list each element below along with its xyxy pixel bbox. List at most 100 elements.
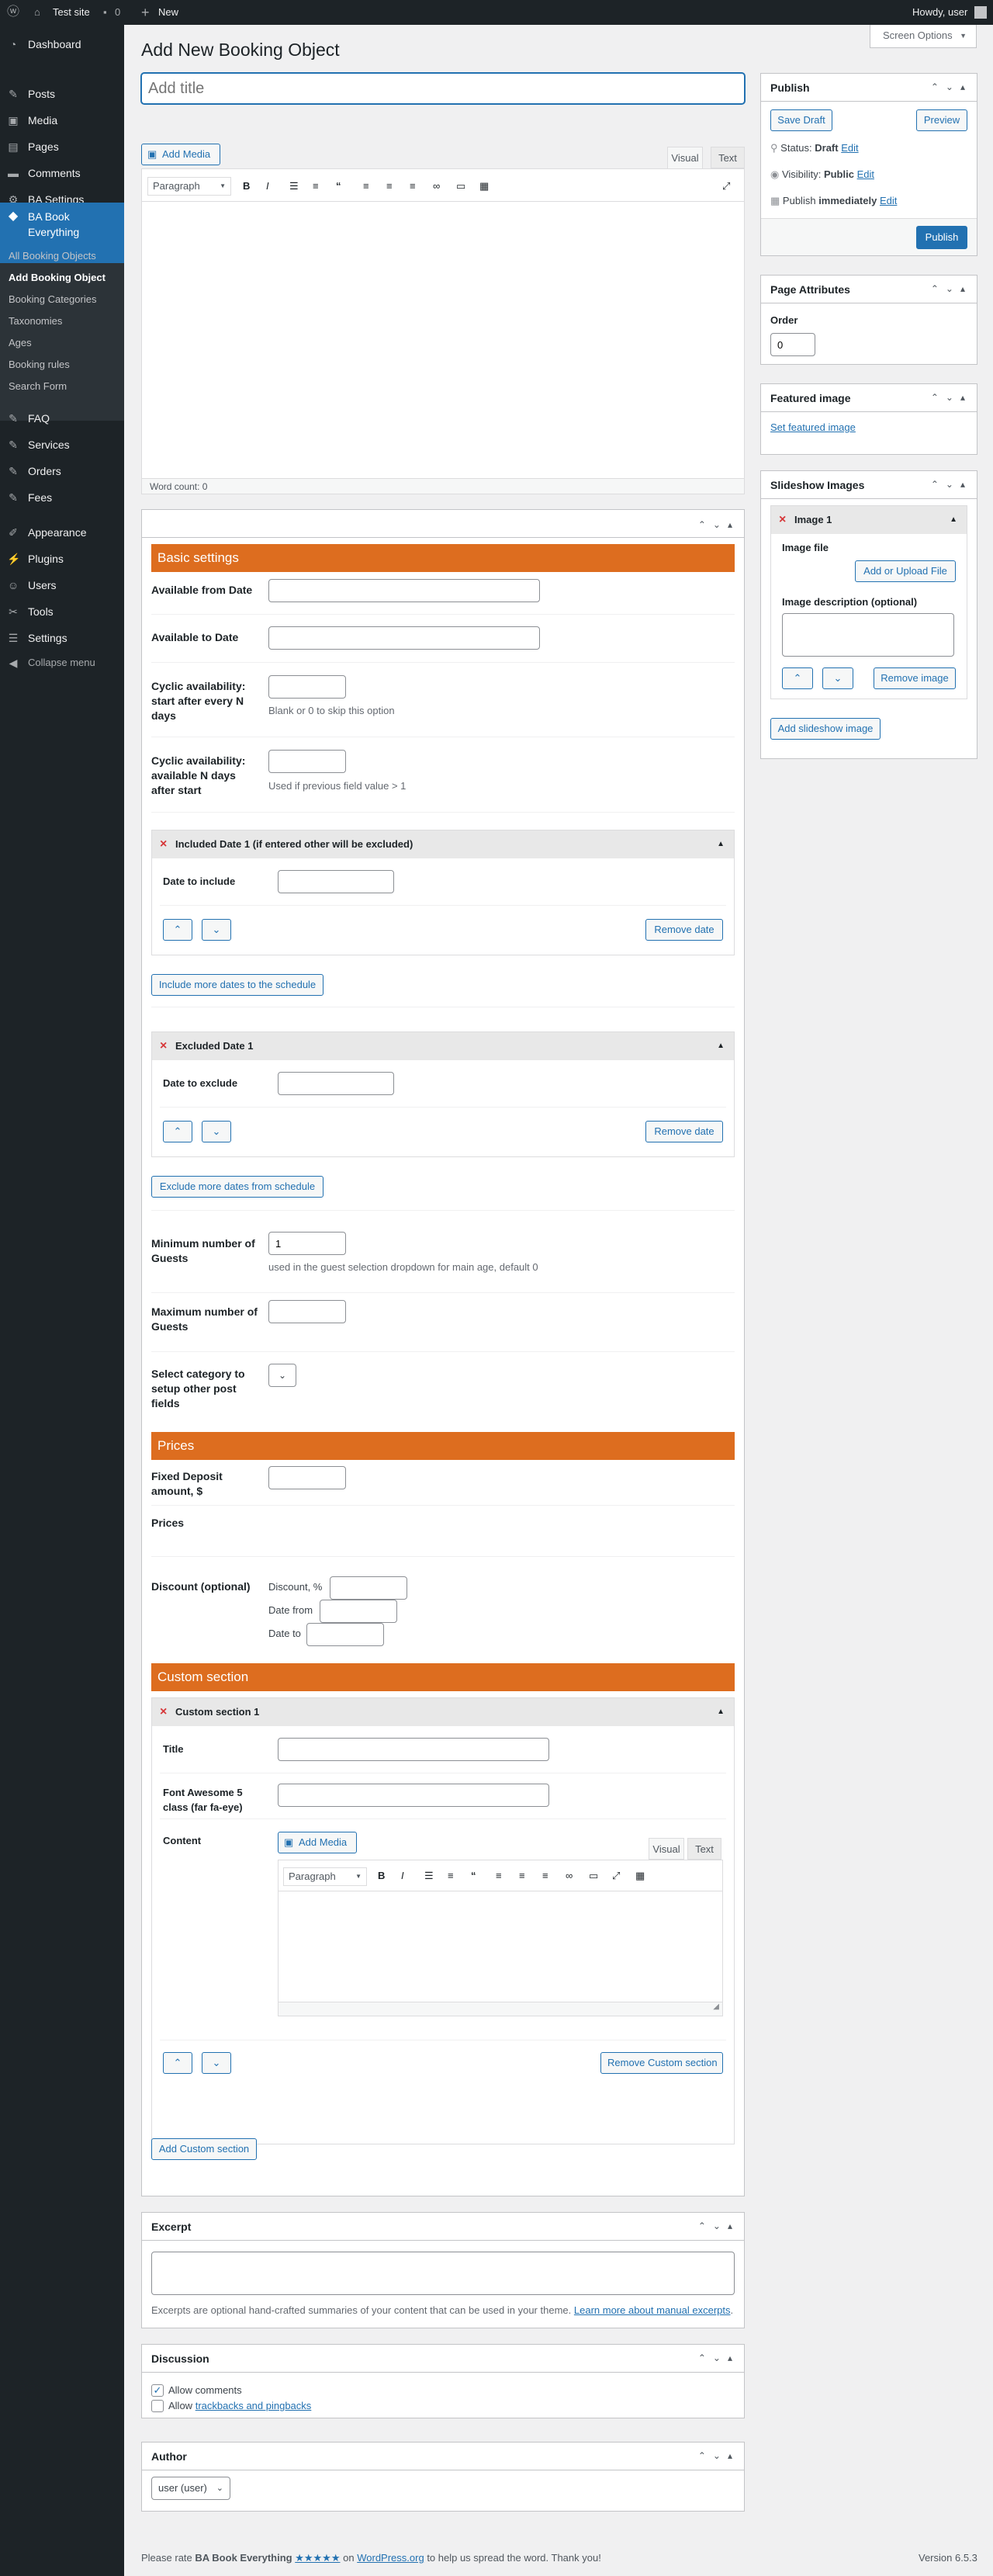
order-input[interactable] bbox=[770, 333, 815, 356]
menu-item-faq[interactable]: ✎ FAQ bbox=[0, 405, 124, 432]
link-icon[interactable]: ∞ bbox=[566, 1868, 573, 1884]
comments-count[interactable]: 0 bbox=[115, 0, 120, 25]
box-move-icons[interactable]: ⌃⌄▴ bbox=[931, 479, 972, 490]
bold-icon[interactable]: B bbox=[243, 179, 250, 194]
publish-button[interactable]: Publish bbox=[916, 226, 967, 249]
cyclic-start-input[interactable] bbox=[268, 675, 346, 699]
slideshow-image-header[interactable]: × Image 1 ▲ bbox=[771, 506, 967, 534]
read-more-icon[interactable]: ▭ bbox=[456, 179, 465, 194]
add-media-button[interactable]: ▣ Add Media bbox=[278, 1832, 357, 1853]
move-up-button[interactable]: ⌃ bbox=[163, 2052, 192, 2074]
tab-text[interactable]: Text bbox=[687, 1838, 721, 1860]
trackbacks-link[interactable]: trackbacks and pingbacks bbox=[195, 2400, 312, 2411]
box-move-icons[interactable]: ⌃⌄▴ bbox=[698, 2450, 739, 2461]
screen-options-button[interactable]: Screen Options ▼ bbox=[870, 25, 977, 48]
box-move-icons[interactable]: ⌃⌄▴ bbox=[931, 283, 972, 294]
bold-icon[interactable]: B bbox=[378, 1868, 385, 1884]
tab-visual[interactable]: Visual bbox=[667, 147, 703, 168]
move-down-button[interactable]: ⌄ bbox=[202, 2052, 231, 2074]
box-move-icons[interactable]: ⌃⌄▴ bbox=[931, 392, 972, 403]
save-draft-button[interactable]: Save Draft bbox=[770, 109, 832, 131]
edit-publish-date-link[interactable]: Edit bbox=[880, 195, 897, 206]
remove-image-button[interactable]: Remove image bbox=[874, 667, 956, 689]
submenu-all-booking-objects[interactable]: All Booking Objects bbox=[9, 248, 96, 264]
author-title[interactable]: Author bbox=[142, 2443, 744, 2470]
resize-handle-icon[interactable]: ◢ bbox=[713, 2002, 719, 2011]
add-upload-file-button[interactable]: Add or Upload File bbox=[855, 560, 956, 582]
box-move-icons[interactable]: ⌃⌄▴ bbox=[698, 2352, 739, 2363]
title-input[interactable] bbox=[141, 73, 745, 104]
allow-comments-checkbox[interactable]: ✓ bbox=[151, 2384, 164, 2397]
move-up-button[interactable]: ⌃ bbox=[163, 1121, 192, 1142]
quote-icon[interactable]: “ bbox=[471, 1868, 476, 1884]
bullet-list-icon[interactable]: ☰ bbox=[289, 179, 299, 194]
add-slideshow-image-button[interactable]: Add slideshow image bbox=[770, 718, 881, 740]
toolbar-toggle-icon[interactable]: ▦ bbox=[479, 179, 489, 194]
edit-status-link[interactable]: Edit bbox=[841, 142, 858, 154]
howdy-user-link[interactable]: Howdy, user bbox=[912, 0, 967, 25]
bullet-list-icon[interactable]: ☰ bbox=[424, 1868, 434, 1884]
discount-percent-input[interactable] bbox=[330, 1576, 407, 1600]
collapse-icon[interactable]: ▲ bbox=[717, 1698, 725, 1726]
link-icon[interactable]: ∞ bbox=[433, 179, 440, 194]
image-description-textarea[interactable] bbox=[782, 613, 954, 657]
available-to-input[interactable] bbox=[268, 626, 540, 650]
submenu-add-booking-object[interactable]: Add Booking Object bbox=[9, 270, 106, 286]
align-left-icon[interactable]: ≡ bbox=[363, 179, 369, 194]
move-down-button[interactable]: ⌄ bbox=[202, 1121, 231, 1142]
menu-item-plugins[interactable]: ⚡ Plugins bbox=[0, 546, 124, 572]
include-more-dates-button[interactable]: Include more dates to the schedule bbox=[151, 974, 324, 996]
excerpt-textarea[interactable] bbox=[151, 2252, 735, 2295]
collapse-icon[interactable]: ▲ bbox=[950, 506, 957, 534]
wordpress-logo-icon[interactable]: ⓦ bbox=[7, 0, 19, 25]
menu-item-appearance[interactable]: ✐ Appearance bbox=[0, 519, 124, 546]
move-up-button[interactable]: ⌃ bbox=[782, 667, 813, 689]
author-select[interactable]: user (user) ⌄ bbox=[151, 2477, 230, 2500]
fixed-deposit-input[interactable] bbox=[268, 1466, 346, 1489]
menu-item-media[interactable]: ▣ Media bbox=[0, 107, 124, 133]
close-icon[interactable]: × bbox=[779, 506, 786, 534]
align-right-icon[interactable]: ≡ bbox=[542, 1868, 548, 1884]
fullscreen-icon[interactable]: ⤢ bbox=[722, 179, 730, 194]
add-media-button[interactable]: ▣ Add Media bbox=[141, 144, 220, 165]
custom-section-header[interactable]: × Custom section 1 ▲ bbox=[152, 1698, 734, 1726]
fullscreen-icon[interactable]: ⤢ bbox=[612, 1868, 620, 1884]
toolbar-toggle-icon[interactable]: ▦ bbox=[635, 1868, 645, 1884]
menu-item-orders[interactable]: ✎ Orders bbox=[0, 458, 124, 484]
remove-date-button[interactable]: Remove date bbox=[645, 1121, 723, 1142]
new-content-link[interactable]: New bbox=[158, 0, 178, 25]
date-to-include-input[interactable] bbox=[278, 870, 394, 893]
close-icon[interactable]: × bbox=[160, 1698, 167, 1726]
menu-item-settings[interactable]: ☰ Settings bbox=[0, 625, 124, 651]
tab-visual[interactable]: Visual bbox=[649, 1838, 684, 1860]
menu-item-fees[interactable]: ✎ Fees bbox=[0, 484, 124, 511]
custom-title-input[interactable] bbox=[278, 1738, 549, 1761]
learn-more-excerpts-link[interactable]: Learn more about manual excerpts bbox=[574, 2304, 731, 2316]
set-featured-image-link[interactable]: Set featured image bbox=[770, 421, 856, 433]
edit-visibility-link[interactable]: Edit bbox=[857, 168, 874, 180]
quote-icon[interactable]: “ bbox=[336, 179, 341, 194]
submenu-ages[interactable]: Ages bbox=[9, 335, 32, 351]
date-to-exclude-input[interactable] bbox=[278, 1072, 394, 1095]
align-right-icon[interactable]: ≡ bbox=[410, 179, 416, 194]
custom-content-editor[interactable]: Paragraph ▼ B I ☰ ≡ “ ≡ ≡ ≡ ∞ ▭ ⤢ ▦ ◢ bbox=[278, 1860, 723, 2016]
menu-item-services[interactable]: ✎ Services bbox=[0, 432, 124, 458]
exclude-more-dates-button[interactable]: Exclude more dates from schedule bbox=[151, 1176, 324, 1198]
min-guests-input[interactable] bbox=[268, 1232, 346, 1255]
cyclic-days-input[interactable] bbox=[268, 750, 346, 773]
discount-date-to-input[interactable] bbox=[306, 1623, 384, 1646]
excerpt-title[interactable]: Excerpt bbox=[142, 2213, 744, 2241]
box-move-icons[interactable]: ⌃⌄▴ bbox=[698, 2221, 739, 2231]
align-center-icon[interactable]: ≡ bbox=[386, 179, 393, 194]
numbered-list-icon[interactable]: ≡ bbox=[313, 179, 319, 194]
content-editor[interactable]: Paragraph ▼ B I ☰ ≡ “ ≡ ≡ ≡ ∞ ▭ ▦ ⤢ Word … bbox=[141, 168, 745, 494]
submenu-booking-categories[interactable]: Booking Categories bbox=[9, 292, 96, 307]
add-custom-section-button[interactable]: Add Custom section bbox=[151, 2138, 257, 2160]
menu-item-pages[interactable]: ▤ Pages bbox=[0, 133, 124, 160]
menu-item-posts[interactable]: ✎ Posts bbox=[0, 81, 124, 107]
italic-icon[interactable]: I bbox=[401, 1868, 404, 1884]
move-down-button[interactable]: ⌄ bbox=[202, 919, 231, 941]
rating-stars-link[interactable]: ★★★★★ bbox=[295, 2552, 340, 2564]
discount-date-from-input[interactable] bbox=[320, 1600, 397, 1623]
move-down-button[interactable]: ⌄ bbox=[822, 667, 853, 689]
